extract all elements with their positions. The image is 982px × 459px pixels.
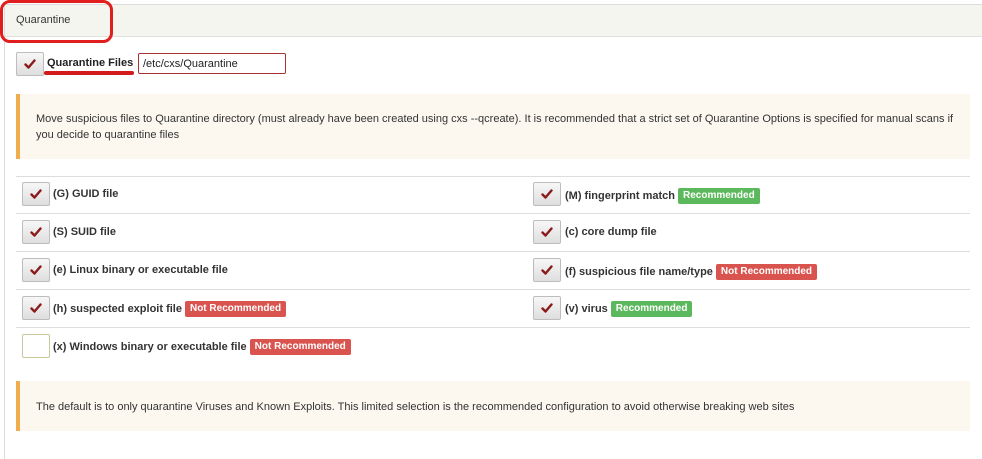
- check-icon: [30, 303, 42, 313]
- option-virus-label: (v) virus Recommended: [565, 301, 693, 317]
- options-divider: [16, 213, 970, 214]
- option-guid-label: (G) GUID file: [53, 188, 119, 200]
- default-info-text: The default is to only quarantine Viruse…: [36, 401, 795, 413]
- option-suid-label: (S) SUID file: [53, 226, 116, 238]
- panel-header: Quarantine: [5, 5, 982, 37]
- quarantine-files-checkbox[interactable]: [16, 52, 44, 76]
- option-virus-checkbox[interactable]: [533, 296, 561, 320]
- default-info-note: The default is to only quarantine Viruse…: [16, 381, 970, 431]
- title-highlight-annotation-overlay: [0, 0, 113, 43]
- quarantine-path-input[interactable]: [138, 53, 286, 74]
- recommended-badge: Recommended: [678, 188, 760, 204]
- options-divider: [16, 289, 970, 290]
- option-exploit-checkbox[interactable]: [22, 296, 50, 320]
- check-icon: [541, 265, 553, 275]
- check-icon: [541, 189, 553, 199]
- option-suspicious-name-label: (f) suspicious file name/type Not Recomme…: [565, 264, 818, 280]
- options-divider: [16, 251, 970, 252]
- option-exploit-label: (h) suspected exploit file Not Recommende…: [53, 301, 287, 317]
- option-core-dump-label: (c) core dump file: [565, 226, 657, 238]
- quarantine-info-note: Move suspicious files to Quarantine dire…: [16, 94, 970, 159]
- option-linux-binary-checkbox[interactable]: [22, 258, 50, 282]
- check-icon: [30, 189, 42, 199]
- label-underline-annotation: [44, 71, 134, 75]
- option-linux-binary-label: (e) Linux binary or executable file: [53, 264, 228, 276]
- check-icon: [541, 303, 553, 313]
- option-suspicious-name-checkbox[interactable]: [533, 258, 561, 282]
- option-windows-binary-label: (x) Windows binary or executable file Not…: [53, 339, 351, 355]
- check-icon: [30, 227, 42, 237]
- quarantine-files-label: Quarantine Files: [47, 57, 134, 69]
- options-divider: [16, 176, 970, 177]
- recommended-badge: Recommended: [610, 301, 693, 317]
- not-recommended-badge: Not Recommended: [184, 301, 287, 317]
- check-icon: [30, 265, 42, 275]
- not-recommended-badge: Not Recommended: [249, 339, 351, 355]
- not-recommended-badge: Not Recommended: [715, 264, 818, 280]
- option-suid-checkbox[interactable]: [22, 220, 50, 244]
- check-icon: [24, 59, 36, 69]
- option-fingerprint-label: (M) fingerprint match Recommended: [565, 188, 760, 204]
- option-guid-checkbox[interactable]: [22, 182, 50, 206]
- option-windows-binary-checkbox[interactable]: [22, 334, 50, 358]
- option-core-dump-checkbox[interactable]: [533, 220, 561, 244]
- quarantine-info-text: Move suspicious files to Quarantine dire…: [36, 113, 954, 141]
- options-divider: [16, 327, 970, 328]
- option-fingerprint-checkbox[interactable]: [533, 182, 561, 206]
- check-icon: [541, 227, 553, 237]
